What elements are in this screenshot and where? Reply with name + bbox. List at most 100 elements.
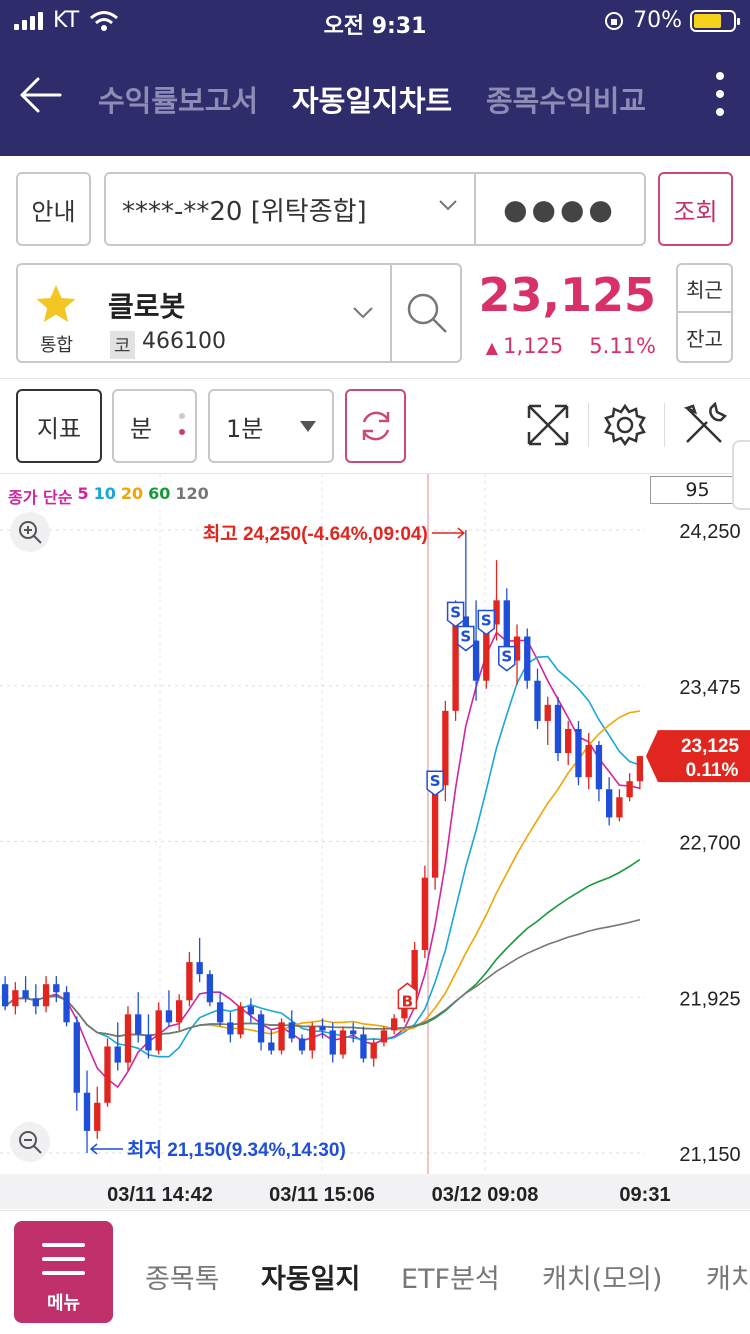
svg-text:S: S [460, 628, 471, 646]
back-arrow-icon[interactable] [18, 72, 64, 118]
status-right: 70% [603, 8, 740, 33]
bottom-nav: 메뉴 종목톡 자동일지 ETF분석 캐치(모의) 캐치 [0, 1210, 750, 1334]
unit-label: 분 [130, 414, 153, 443]
nav-catch[interactable]: 캐치 [706, 1257, 750, 1296]
candle [595, 745, 603, 790]
search-button[interactable] [392, 265, 462, 361]
y-tick-label: 23,475 [679, 677, 740, 699]
candle [390, 1018, 398, 1031]
candle [53, 984, 60, 993]
favorite-star-icon[interactable] [34, 283, 78, 325]
tab-stock-return-compare[interactable]: 종목수익비교 [486, 78, 646, 120]
gear-icon[interactable] [599, 399, 651, 451]
candle [247, 1006, 255, 1015]
sell-marker: S [446, 601, 465, 628]
refresh-button[interactable] [345, 389, 406, 463]
candle [63, 992, 70, 1023]
x-tick-label: 03/12 09:08 [432, 1184, 539, 1206]
menu-button[interactable]: 메뉴 [14, 1221, 113, 1323]
tools-icon[interactable] [678, 399, 730, 451]
candle [268, 1042, 275, 1051]
candle [329, 1030, 336, 1055]
recent-button[interactable]: 최근 [678, 265, 731, 313]
password-field[interactable]: ●●●● [474, 172, 646, 246]
toolbar-divider [664, 403, 665, 447]
nav-stock-talk[interactable]: 종목톡 [145, 1257, 220, 1296]
side-drawer-handle[interactable] [732, 440, 750, 510]
current-price-label: 23,125 [681, 736, 740, 757]
candle [32, 998, 40, 1007]
candle [565, 728, 572, 754]
candle [42, 984, 50, 1007]
account-select[interactable]: ****-**20 [위탁종합] [104, 172, 476, 246]
candle [145, 1034, 152, 1051]
svg-text:S: S [481, 611, 492, 629]
candle [196, 962, 203, 975]
hamburger-icon [42, 1257, 85, 1261]
interval-select[interactable]: 1분 [208, 389, 334, 463]
query-button[interactable]: 조회 [658, 172, 733, 246]
current-price: 23,125 [478, 268, 656, 322]
zoom-out-icon[interactable] [10, 1122, 50, 1162]
price-change: ▲ 1,125 5.11% [486, 334, 656, 358]
more-menu-icon[interactable] [712, 72, 728, 124]
chevron-down-icon[interactable] [352, 305, 374, 319]
candle [534, 680, 541, 721]
ma-legend: 종가 단순 5 10 20 60 120 [8, 484, 209, 508]
svg-text:S: S [450, 603, 461, 621]
dropdown-triangle-icon [300, 421, 316, 432]
buy-marker: B [397, 982, 418, 1010]
toolbar-divider [588, 403, 589, 447]
tab-auto-journal-chart[interactable]: 자동일지차트 [292, 78, 452, 120]
chevron-down-icon [439, 200, 457, 211]
tab-return-report[interactable]: 수익률보고서 [98, 78, 258, 120]
candle [319, 1026, 326, 1031]
ma-legend-20: 20 [120, 484, 144, 503]
candle [237, 1006, 244, 1035]
y-tick-label: 21,150 [679, 1144, 740, 1166]
chart-toolbar: 지표 분 1분 [0, 378, 750, 474]
stock-selector[interactable]: 통합 클로봇 코 466100 [16, 263, 462, 363]
ma-line-60 [4, 858, 641, 1038]
candle [12, 990, 19, 1007]
guide-button[interactable]: 안내 [16, 172, 91, 246]
candle [575, 728, 582, 778]
candle [104, 1046, 111, 1103]
current-pct-label: 0.11% [686, 760, 739, 781]
candle [83, 1092, 91, 1131]
nav-etf-analysis[interactable]: ETF분석 [401, 1257, 500, 1296]
low-price-label: 최저 21,150(9.34%,14:30) [127, 1139, 346, 1161]
candle [626, 781, 633, 798]
refresh-icon [362, 411, 389, 441]
hamburger-icon [42, 1243, 85, 1247]
y-tick-label: 22,700 [679, 833, 740, 855]
sell-marker: S [477, 609, 496, 636]
candle [227, 1022, 234, 1035]
candle [616, 797, 623, 818]
y-tick-label: 21,925 [679, 988, 740, 1010]
candle [370, 1042, 377, 1059]
candle [175, 1000, 183, 1023]
status-bar: KT 오전 9:31 70% [0, 0, 750, 42]
balance-button[interactable]: 잔고 [678, 313, 731, 361]
nav-auto-journal[interactable]: 자동일지 [261, 1257, 360, 1296]
price-change-pct: 5.11% [589, 334, 656, 358]
unit-button[interactable]: 분 [112, 389, 197, 463]
indicator-button[interactable]: 지표 [16, 389, 102, 463]
battery-icon [690, 9, 740, 32]
nav-catch-mock[interactable]: 캐치(모의) [542, 1257, 662, 1296]
zoom-in-icon[interactable] [10, 512, 50, 552]
candlestick-chart[interactable]: 24,250 23,475 22,700 21,925 21,150 03/11 14:4… [0, 474, 750, 1209]
ma-legend-120: 120 [175, 484, 209, 503]
fullscreen-icon[interactable] [522, 399, 574, 451]
ma-legend-10: 10 [93, 484, 116, 503]
candle [94, 1102, 101, 1131]
candle [472, 640, 480, 681]
candle [298, 1038, 306, 1051]
x-tick-label: 09:31 [619, 1184, 670, 1206]
interval-value: 1분 [226, 414, 264, 443]
price-change-amount: ▲ 1,125 [486, 334, 564, 358]
chart-count-input[interactable]: 95 [650, 476, 745, 504]
ma-legend-5: 5 [77, 484, 89, 503]
code-badge: 코 [110, 331, 135, 359]
